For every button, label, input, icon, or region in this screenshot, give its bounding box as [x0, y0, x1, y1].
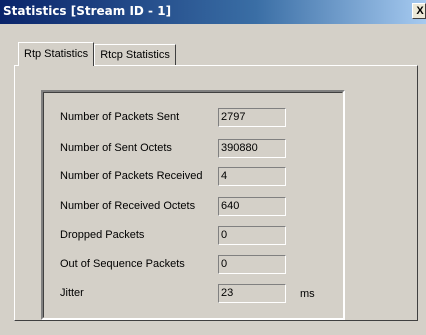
- packets-sent-label: Number of Packets Sent: [60, 111, 180, 123]
- jitter-value: 23: [218, 284, 286, 303]
- tab-rtp-statistics[interactable]: Rtp Statistics: [18, 42, 95, 66]
- close-button[interactable]: X: [412, 3, 426, 19]
- packets-received-value: 4: [218, 167, 286, 186]
- window-body: Rtp Statistics Rtcp Statistics Number of…: [0, 24, 426, 335]
- packets-received-label: Number of Packets Received: [60, 170, 203, 182]
- packets-sent-value: 2797: [218, 108, 286, 127]
- title-bar: Statistics [Stream ID - 1] X: [0, 0, 426, 24]
- tab-rtcp-statistics[interactable]: Rtcp Statistics: [94, 44, 176, 65]
- out-of-sequence-value: 0: [218, 255, 286, 274]
- rtp-statistics-panel: Number of Packets Sent 2797 Number of Se…: [14, 65, 418, 321]
- statistics-group-box: Number of Packets Sent 2797 Number of Se…: [41, 90, 345, 320]
- window-title: Statistics [Stream ID - 1]: [3, 4, 172, 18]
- jitter-unit: ms: [300, 288, 315, 300]
- tab-strip: Rtp Statistics Rtcp Statistics: [18, 42, 176, 66]
- sent-octets-label: Number of Sent Octets: [60, 142, 172, 154]
- dropped-packets-label: Dropped Packets: [60, 229, 145, 241]
- received-octets-value: 640: [218, 197, 286, 216]
- jitter-label: Jitter: [60, 287, 84, 299]
- received-octets-label: Number of Received Octets: [60, 200, 196, 212]
- sent-octets-value: 390880: [218, 139, 286, 158]
- dropped-packets-value: 0: [218, 226, 286, 245]
- out-of-sequence-label: Out of Sequence Packets: [60, 258, 185, 270]
